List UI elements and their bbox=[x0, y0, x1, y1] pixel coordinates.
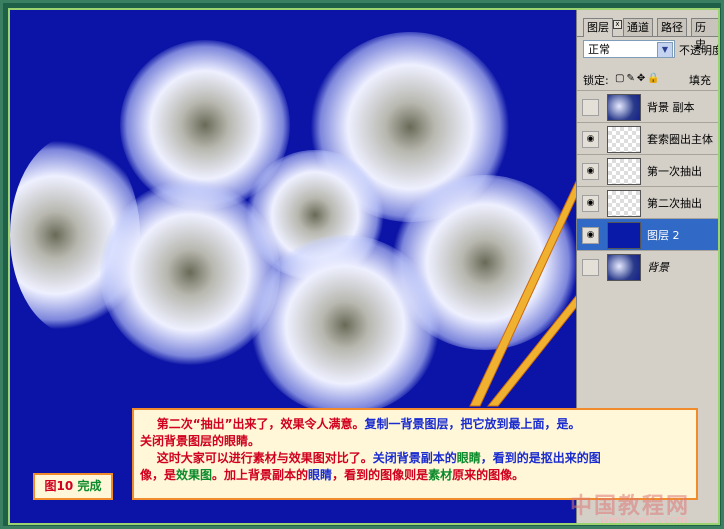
watermark-url: www.jcwcn.com bbox=[600, 513, 688, 525]
visibility-eye-icon[interactable]: ◉ bbox=[582, 195, 599, 212]
figure-caption: 图10 完成 bbox=[33, 473, 113, 500]
visibility-eye-icon[interactable]: ● bbox=[582, 259, 599, 276]
layer-row[interactable]: ● 背景 bbox=[577, 250, 718, 282]
note-line-1: 第二次“抽出”出来了，效果令人满意。复制一背景图层，把它放到最上面，是。 bbox=[156, 417, 581, 431]
layer-thumbnail bbox=[607, 190, 641, 217]
blend-mode-select[interactable]: 正常 ▼ bbox=[583, 40, 675, 58]
figure-status: 完成 bbox=[77, 479, 102, 493]
lock-move-icon[interactable]: ✥ bbox=[637, 73, 647, 84]
figure-number: 图10 bbox=[44, 479, 74, 493]
layer-thumbnail bbox=[607, 222, 641, 249]
tab-paths[interactable]: 路径 bbox=[657, 18, 687, 36]
panel-tabs: 图层 x 通道 路径 历史 bbox=[577, 18, 718, 51]
layer-name: 背景 bbox=[647, 261, 669, 274]
lock-icons: ▢✎✥🔒 bbox=[615, 73, 662, 84]
note-line-4: 像，是效果图。加上背景副本的眼睛，看到的图像则是素材原来的图像。 bbox=[140, 468, 525, 482]
layer-name: 背景 副本 bbox=[647, 101, 695, 114]
lock-label: 锁定: bbox=[583, 74, 609, 87]
layer-row-selected[interactable]: ◉ 图层 2 bbox=[577, 218, 718, 250]
tab-history[interactable]: 历史 bbox=[691, 18, 718, 51]
visibility-eye-icon[interactable]: ◉ bbox=[582, 227, 599, 244]
note-line-2: 关闭背景图层的眼睛。 bbox=[140, 434, 261, 448]
visibility-eye-icon[interactable]: ● bbox=[582, 99, 599, 116]
layer-thumbnail bbox=[607, 158, 641, 185]
layer-name: 第一次抽出 bbox=[647, 165, 702, 178]
tab-layers[interactable]: 图层 bbox=[583, 18, 613, 37]
screenshot-area: 图层 x 通道 路径 历史 正常 ▼ 不透明度 锁定: ▢✎✥🔒 填充 ● 背景… bbox=[8, 8, 720, 525]
blend-mode-value: 正常 bbox=[588, 43, 610, 56]
layer-name: 第二次抽出 bbox=[647, 197, 702, 210]
layer-thumbnail bbox=[607, 94, 641, 121]
close-icon[interactable]: x bbox=[613, 20, 622, 29]
lock-all-icon[interactable]: 🔒 bbox=[647, 73, 661, 84]
opacity-label: 不透明度 bbox=[679, 44, 720, 57]
note-line-3: 这时大家可以进行素材与效果图对比了。关闭背景副本的眼睛，看到的是抠出来的图 bbox=[156, 451, 601, 465]
visibility-eye-icon[interactable]: ◉ bbox=[582, 131, 599, 148]
layer-row[interactable]: ◉ 第二次抽出 bbox=[577, 186, 718, 218]
layer-row[interactable]: ◉ 第一次抽出 bbox=[577, 154, 718, 186]
chevron-down-icon[interactable]: ▼ bbox=[657, 42, 673, 58]
outer-frame: 图层 x 通道 路径 历史 正常 ▼ 不透明度 锁定: ▢✎✥🔒 填充 ● 背景… bbox=[0, 0, 724, 529]
lock-paint-icon[interactable]: ✎ bbox=[626, 73, 636, 84]
layer-name: 套索圈出主体 bbox=[647, 133, 713, 146]
layer-thumbnail bbox=[607, 126, 641, 153]
fill-label: 填充 bbox=[689, 74, 711, 87]
layer-row[interactable]: ◉ 套索圈出主体 bbox=[577, 122, 718, 154]
visibility-eye-icon[interactable]: ◉ bbox=[582, 163, 599, 180]
layer-row[interactable]: ● 背景 副本 bbox=[577, 90, 718, 122]
tab-channels[interactable]: 通道 bbox=[623, 18, 653, 36]
layer-thumbnail bbox=[607, 254, 641, 281]
layer-name: 图层 2 bbox=[647, 229, 680, 242]
lock-transparency-icon[interactable]: ▢ bbox=[615, 73, 626, 84]
instruction-note: 第二次“抽出”出来了，效果令人满意。复制一背景图层，把它放到最上面，是。 关闭背… bbox=[132, 408, 698, 500]
